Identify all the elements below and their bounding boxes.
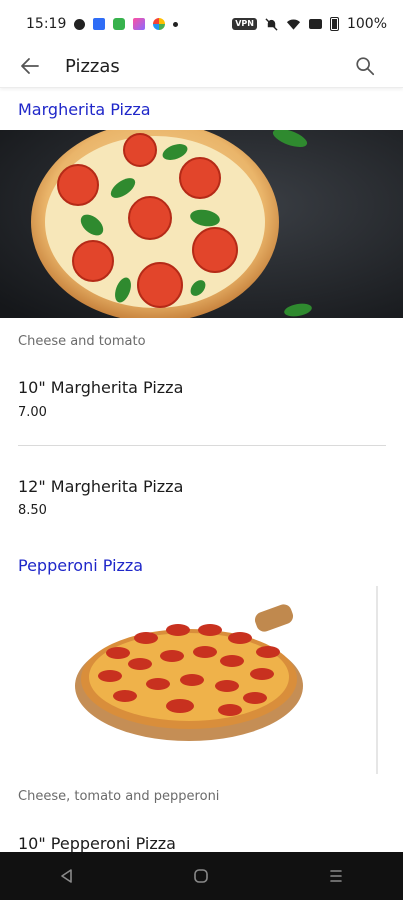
section-title-margherita: Margherita Pizza — [18, 100, 151, 119]
circle-home-icon — [194, 869, 209, 883]
triangle-back-icon — [61, 869, 72, 883]
margherita-description: Cheese and tomato — [18, 334, 146, 349]
menu-item-name[interactable]: 10" Margherita Pizza — [18, 378, 183, 397]
app-notification-icon — [93, 18, 106, 30]
menu-item-name[interactable]: 10" Pepperoni Pizza — [18, 834, 176, 853]
nav-back-button[interactable] — [47, 856, 87, 896]
search-button[interactable] — [351, 52, 379, 80]
system-nav-bar — [0, 852, 403, 900]
settings-gear-icon — [74, 18, 86, 30]
status-left: 15:19 — [26, 16, 179, 32]
instagram-icon — [133, 18, 146, 30]
status-bar: 15:19 VPN 100% — [0, 0, 403, 48]
app-bar: Pizzas — [0, 48, 403, 88]
pepperoni-description: Cheese, tomato and pepperoni — [18, 789, 220, 804]
margherita-pizza-image — [0, 130, 403, 318]
battery-percent: 100% — [346, 16, 387, 32]
arrow-left-icon — [21, 58, 39, 74]
back-button[interactable] — [16, 52, 44, 80]
pepperoni-pizza-image — [0, 586, 403, 774]
mute-bell-icon — [265, 17, 278, 31]
search-icon — [356, 57, 375, 76]
menu-item-price: 7.00 — [18, 405, 47, 420]
page-title: Pizzas — [65, 56, 120, 77]
more-notifications-dot-icon — [173, 21, 179, 27]
data-saver-icon — [308, 19, 322, 29]
menu-lines-icon — [330, 870, 342, 882]
menu-item-name[interactable]: 12" Margherita Pizza — [18, 477, 183, 496]
wifi-icon — [286, 18, 301, 30]
status-right: VPN 100% — [232, 16, 387, 32]
android-icon — [113, 18, 126, 30]
status-time: 15:19 — [26, 16, 67, 32]
battery-icon — [329, 17, 339, 31]
photos-icon — [153, 18, 166, 30]
nav-recents-button[interactable] — [316, 856, 356, 896]
section-title-pepperoni: Pepperoni Pizza — [18, 556, 144, 575]
item-divider — [18, 445, 386, 446]
nav-home-button[interactable] — [181, 856, 221, 896]
menu-item-price: 8.50 — [18, 503, 47, 518]
vpn-badge: VPN — [232, 18, 257, 30]
